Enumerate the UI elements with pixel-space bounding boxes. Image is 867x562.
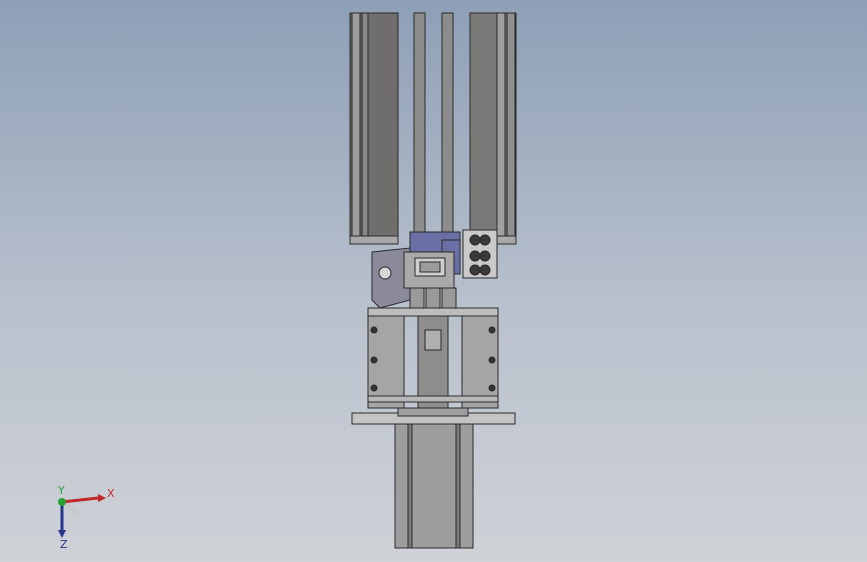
assembly-model[interactable] bbox=[0, 0, 867, 562]
y-axis-dot bbox=[58, 498, 66, 506]
z-axis-label: Z bbox=[60, 538, 68, 550]
cad-viewport[interactable]: X Y Z bbox=[0, 0, 867, 562]
x-axis-label: X bbox=[107, 487, 115, 500]
orientation-triad: X Y Z bbox=[57, 484, 115, 550]
nozzle-middle[interactable] bbox=[425, 287, 441, 311]
guide-rod-left[interactable] bbox=[413, 12, 426, 244]
nozzle-left[interactable] bbox=[409, 287, 425, 311]
frame-top-plate[interactable] bbox=[367, 307, 499, 317]
y-axis-label: Y bbox=[57, 484, 65, 497]
guide-rod-right[interactable] bbox=[441, 12, 454, 244]
nozzle-right[interactable] bbox=[441, 287, 457, 311]
x-axis-arrow bbox=[61, 496, 99, 504]
motor-body[interactable] bbox=[394, 423, 474, 549]
